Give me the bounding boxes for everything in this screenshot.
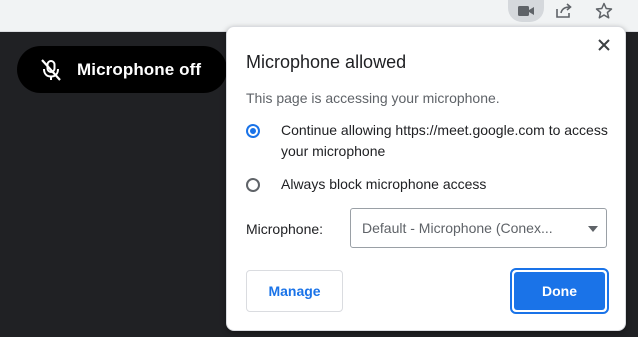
microphone-select[interactable]: Default - Microphone (Conex... [350, 208, 607, 248]
share-button[interactable] [550, 0, 578, 22]
dialog-title: Microphone allowed [246, 52, 407, 72]
star-icon [595, 2, 613, 19]
radio-always-block[interactable] [246, 178, 260, 192]
bookmark-button[interactable] [590, 0, 618, 22]
video-camera-icon [518, 6, 534, 16]
close-button[interactable] [595, 36, 613, 54]
option-always-block-label[interactable]: Always block microphone access [281, 174, 611, 195]
manage-button[interactable]: Manage [246, 270, 343, 312]
microphone-select-label: Microphone: [246, 221, 324, 237]
microphone-status-pill: Microphone off [17, 46, 227, 93]
dialog-subtitle: This page is accessing your microphone. [246, 90, 500, 106]
microphone-select-value: Default - Microphone (Conex... [362, 220, 553, 236]
option-always-block[interactable]: Always block microphone access [246, 176, 611, 195]
share-icon [556, 3, 572, 18]
microphone-status-label: Microphone off [77, 59, 202, 79]
radio-continue-allowing[interactable] [246, 124, 260, 138]
microphone-off-icon [37, 56, 65, 84]
dropdown-arrow-icon [588, 226, 598, 232]
option-continue-allowing[interactable]: Continue allowing https://meet.google.co… [246, 122, 611, 162]
close-icon [598, 39, 610, 51]
option-continue-allowing-label[interactable]: Continue allowing https://meet.google.co… [281, 120, 611, 162]
done-button-focus-ring: Done [510, 268, 609, 314]
done-button[interactable]: Done [514, 272, 605, 310]
camera-permission-button[interactable] [508, 0, 544, 22]
microphone-permission-dialog: Microphone allowed This page is accessin… [226, 26, 626, 331]
